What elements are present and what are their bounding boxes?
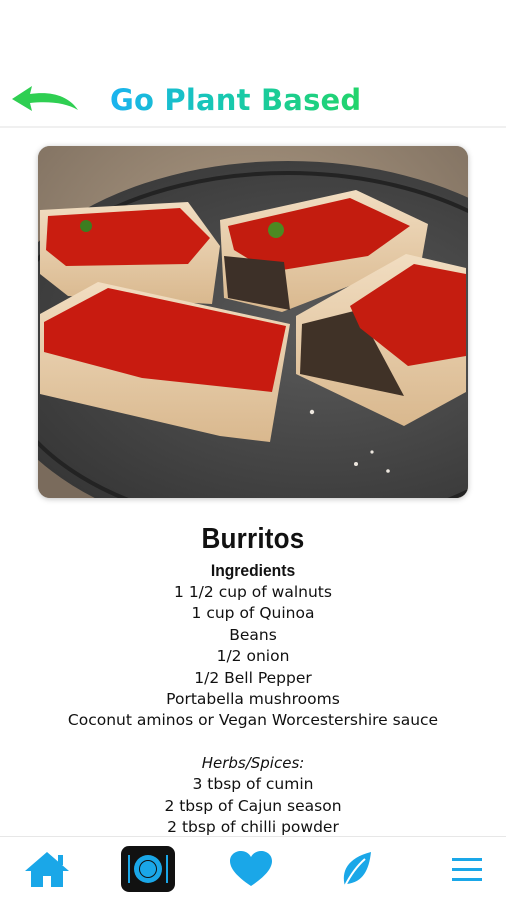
app-header: Go Plant Based: [0, 0, 506, 128]
spice-line: 2 tbsp of Cajun season: [164, 796, 342, 815]
plate-icon: [128, 855, 168, 883]
hamburger-menu-icon: [452, 858, 482, 881]
ingredient-line: 1/2 onion: [216, 647, 290, 666]
spice-line: 3 tbsp of cumin: [192, 775, 314, 794]
home-icon: [25, 852, 69, 887]
ingredient-line: Portabella mushrooms: [166, 690, 340, 709]
app-brand: Go Plant Based: [110, 83, 361, 117]
spices-heading: Herbs/Spices:: [201, 753, 305, 772]
header-divider: [0, 126, 506, 128]
bottom-tab-bar: [0, 836, 506, 901]
tab-menu[interactable]: [440, 843, 494, 895]
ingredient-line: Coconut aminos or Vegan Worcestershire s…: [67, 711, 439, 730]
tab-plant[interactable]: [330, 843, 384, 895]
ingredient-line: 1 1/2 cup of walnuts: [174, 583, 332, 601]
recipe-photo: [38, 146, 468, 498]
back-arrow-icon[interactable]: [6, 80, 82, 120]
tab-favorites[interactable]: [224, 843, 278, 895]
ingredient-line: 1 cup of Quinoa: [191, 604, 315, 623]
back-button[interactable]: [6, 80, 82, 120]
tab-home[interactable]: [20, 843, 74, 895]
recipe-title: Burritos: [201, 523, 305, 555]
ingredient-line: Beans: [229, 625, 277, 644]
leaf-icon: [343, 852, 371, 887]
active-tab-highlight: [121, 846, 175, 892]
heart-icon: [230, 851, 272, 886]
ingredient-line: 1/2 Bell Pepper: [194, 668, 312, 687]
recipe-details: Burritos Ingredients 1 1/2 cup of walnut…: [0, 512, 506, 838]
brand-text: Go Plant Based: [110, 83, 362, 117]
ingredients-heading: Ingredients: [210, 561, 296, 580]
tab-recipes[interactable]: [120, 843, 176, 895]
